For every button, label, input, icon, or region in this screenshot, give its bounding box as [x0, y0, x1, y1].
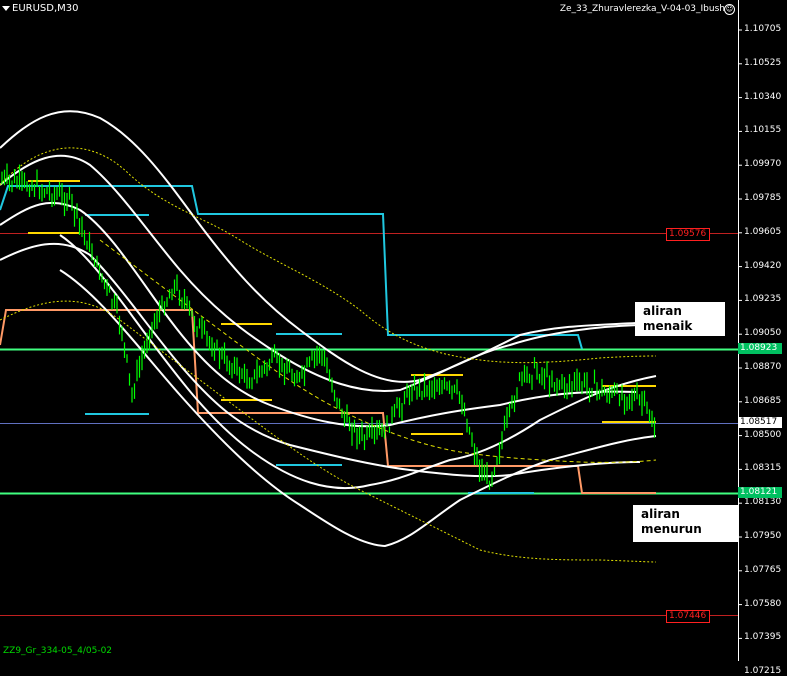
uptrend-annotation: aliran menaik	[635, 302, 725, 336]
middle-band-upper	[0, 201, 637, 428]
current-price-label: 1.08517	[738, 417, 782, 428]
downtrend-annotation-line1: aliran	[641, 507, 680, 521]
uptrend-annotation-line2: menaik	[643, 319, 693, 333]
green-level-label-bottom: 1.08121	[738, 487, 782, 498]
price-tick-label: 1.08870	[744, 362, 782, 372]
price-tick-label: 1.08130	[744, 497, 782, 508]
red-level-label-bottom: 1.07446	[666, 610, 710, 623]
downtrend-annotation-line2: menurun	[641, 522, 702, 536]
yellow-dotted-upper	[0, 147, 657, 364]
price-tick-label: 1.08315	[744, 463, 782, 474]
price-tick-label: 1.09970	[744, 159, 782, 170]
chart-window[interactable]: EURUSD,M30 Ze_33_Zhuravlerezka_V-04-03_I…	[0, 0, 787, 676]
price-tick-label: 1.07395	[744, 632, 782, 643]
lower-band-inner	[59, 234, 657, 489]
price-candles	[1, 163, 656, 490]
price-tick-label: 1.07580	[744, 598, 782, 609]
overlay-indicator-text: ZZ9_Gr_334-05_4/05-02	[3, 646, 113, 656]
downtrend-annotation: aliran menurun	[633, 505, 739, 542]
price-tick-label: 1.07765	[744, 564, 782, 575]
price-tick-label: 1.09050	[744, 328, 782, 339]
price-tick-label: 1.10705	[744, 24, 782, 34]
cyan-step-line	[0, 185, 583, 350]
price-tick-label: 1.10155	[744, 125, 782, 136]
upper-band-outer	[0, 110, 637, 383]
expert-smiley-icon[interactable]: ☺	[724, 4, 735, 15]
price-tick-label: 1.10340	[744, 91, 782, 102]
green-level-label-top: 1.08923	[738, 343, 782, 354]
price-tick-label: 1.09420	[744, 260, 782, 271]
uptrend-annotation-line1: aliran	[643, 304, 682, 318]
price-tick-label: 1.09235	[744, 294, 782, 305]
indicator-title: Ze_33_Zhuravlerezka_V-04-03_Ibush	[559, 4, 725, 14]
price-tick-label: 1.08500	[744, 429, 782, 440]
symbol-title: EURUSD,M30	[12, 3, 79, 14]
price-tick-label: 1.09785	[744, 193, 782, 203]
red-level-label-top: 1.09576	[666, 228, 710, 241]
price-tick-label: 1.10525	[744, 57, 782, 68]
price-tick-label: 1.07950	[744, 531, 782, 541]
chart-menu-triangle-icon[interactable]	[2, 6, 10, 11]
price-tick-label: 1.08685	[744, 395, 782, 406]
price-tick-label: 1.09605	[744, 226, 782, 237]
price-tick-label: 1.07215	[744, 666, 782, 676]
yellow-level-segments	[28, 180, 656, 435]
